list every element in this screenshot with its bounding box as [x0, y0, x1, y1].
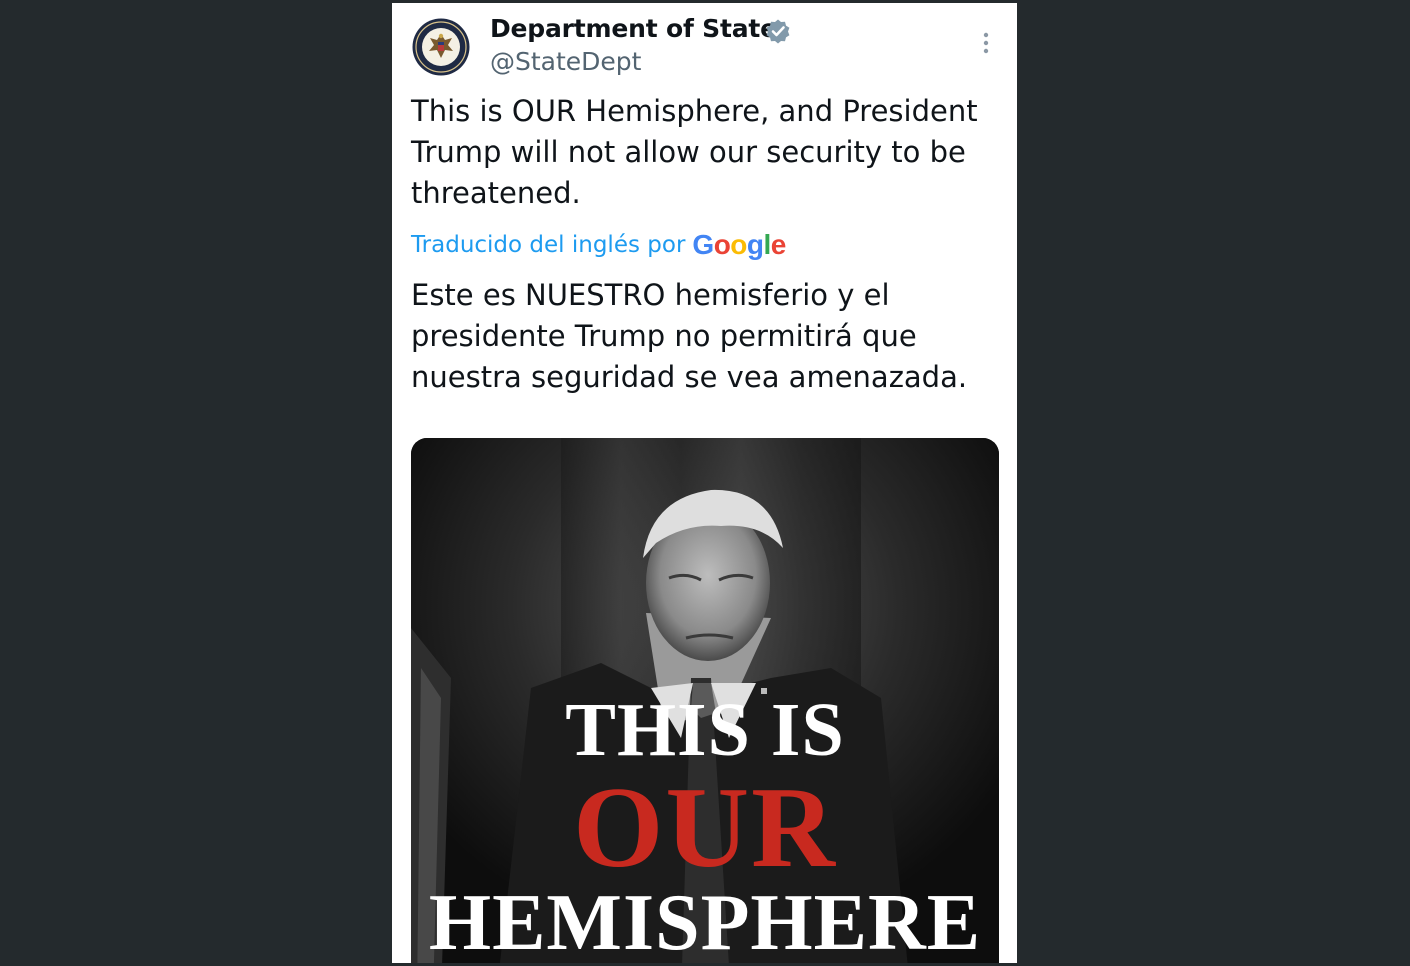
verified-badge-icon: [766, 19, 790, 44]
headline-our: OUR: [573, 764, 837, 892]
translated-label[interactable]: Traducido del inglés por: [411, 232, 685, 258]
google-logo: Google: [692, 229, 786, 260]
tweet-text: This is OUR Hemisphere, and President Tr…: [411, 94, 978, 210]
translation-attribution[interactable]: Traducido del inglés por Google: [411, 227, 786, 263]
display-name[interactable]: Department of State: [490, 14, 777, 43]
translated-text: Este es NUESTRO hemisferio y el presiden…: [411, 278, 968, 394]
account-handle[interactable]: @StateDept: [490, 47, 641, 76]
tweet-card: Department of State @StateDept This is O…: [392, 3, 1017, 963]
avatar[interactable]: [412, 18, 470, 76]
headline-this-is: THIS IS: [565, 688, 845, 772]
state-department-seal-icon: [412, 18, 470, 76]
tweet-image[interactable]: THIS IS OUR HEMISPHERE: [411, 438, 999, 963]
headline-hemisphere: HEMISPHERE: [428, 879, 982, 963]
more-options-icon[interactable]: [977, 29, 995, 59]
